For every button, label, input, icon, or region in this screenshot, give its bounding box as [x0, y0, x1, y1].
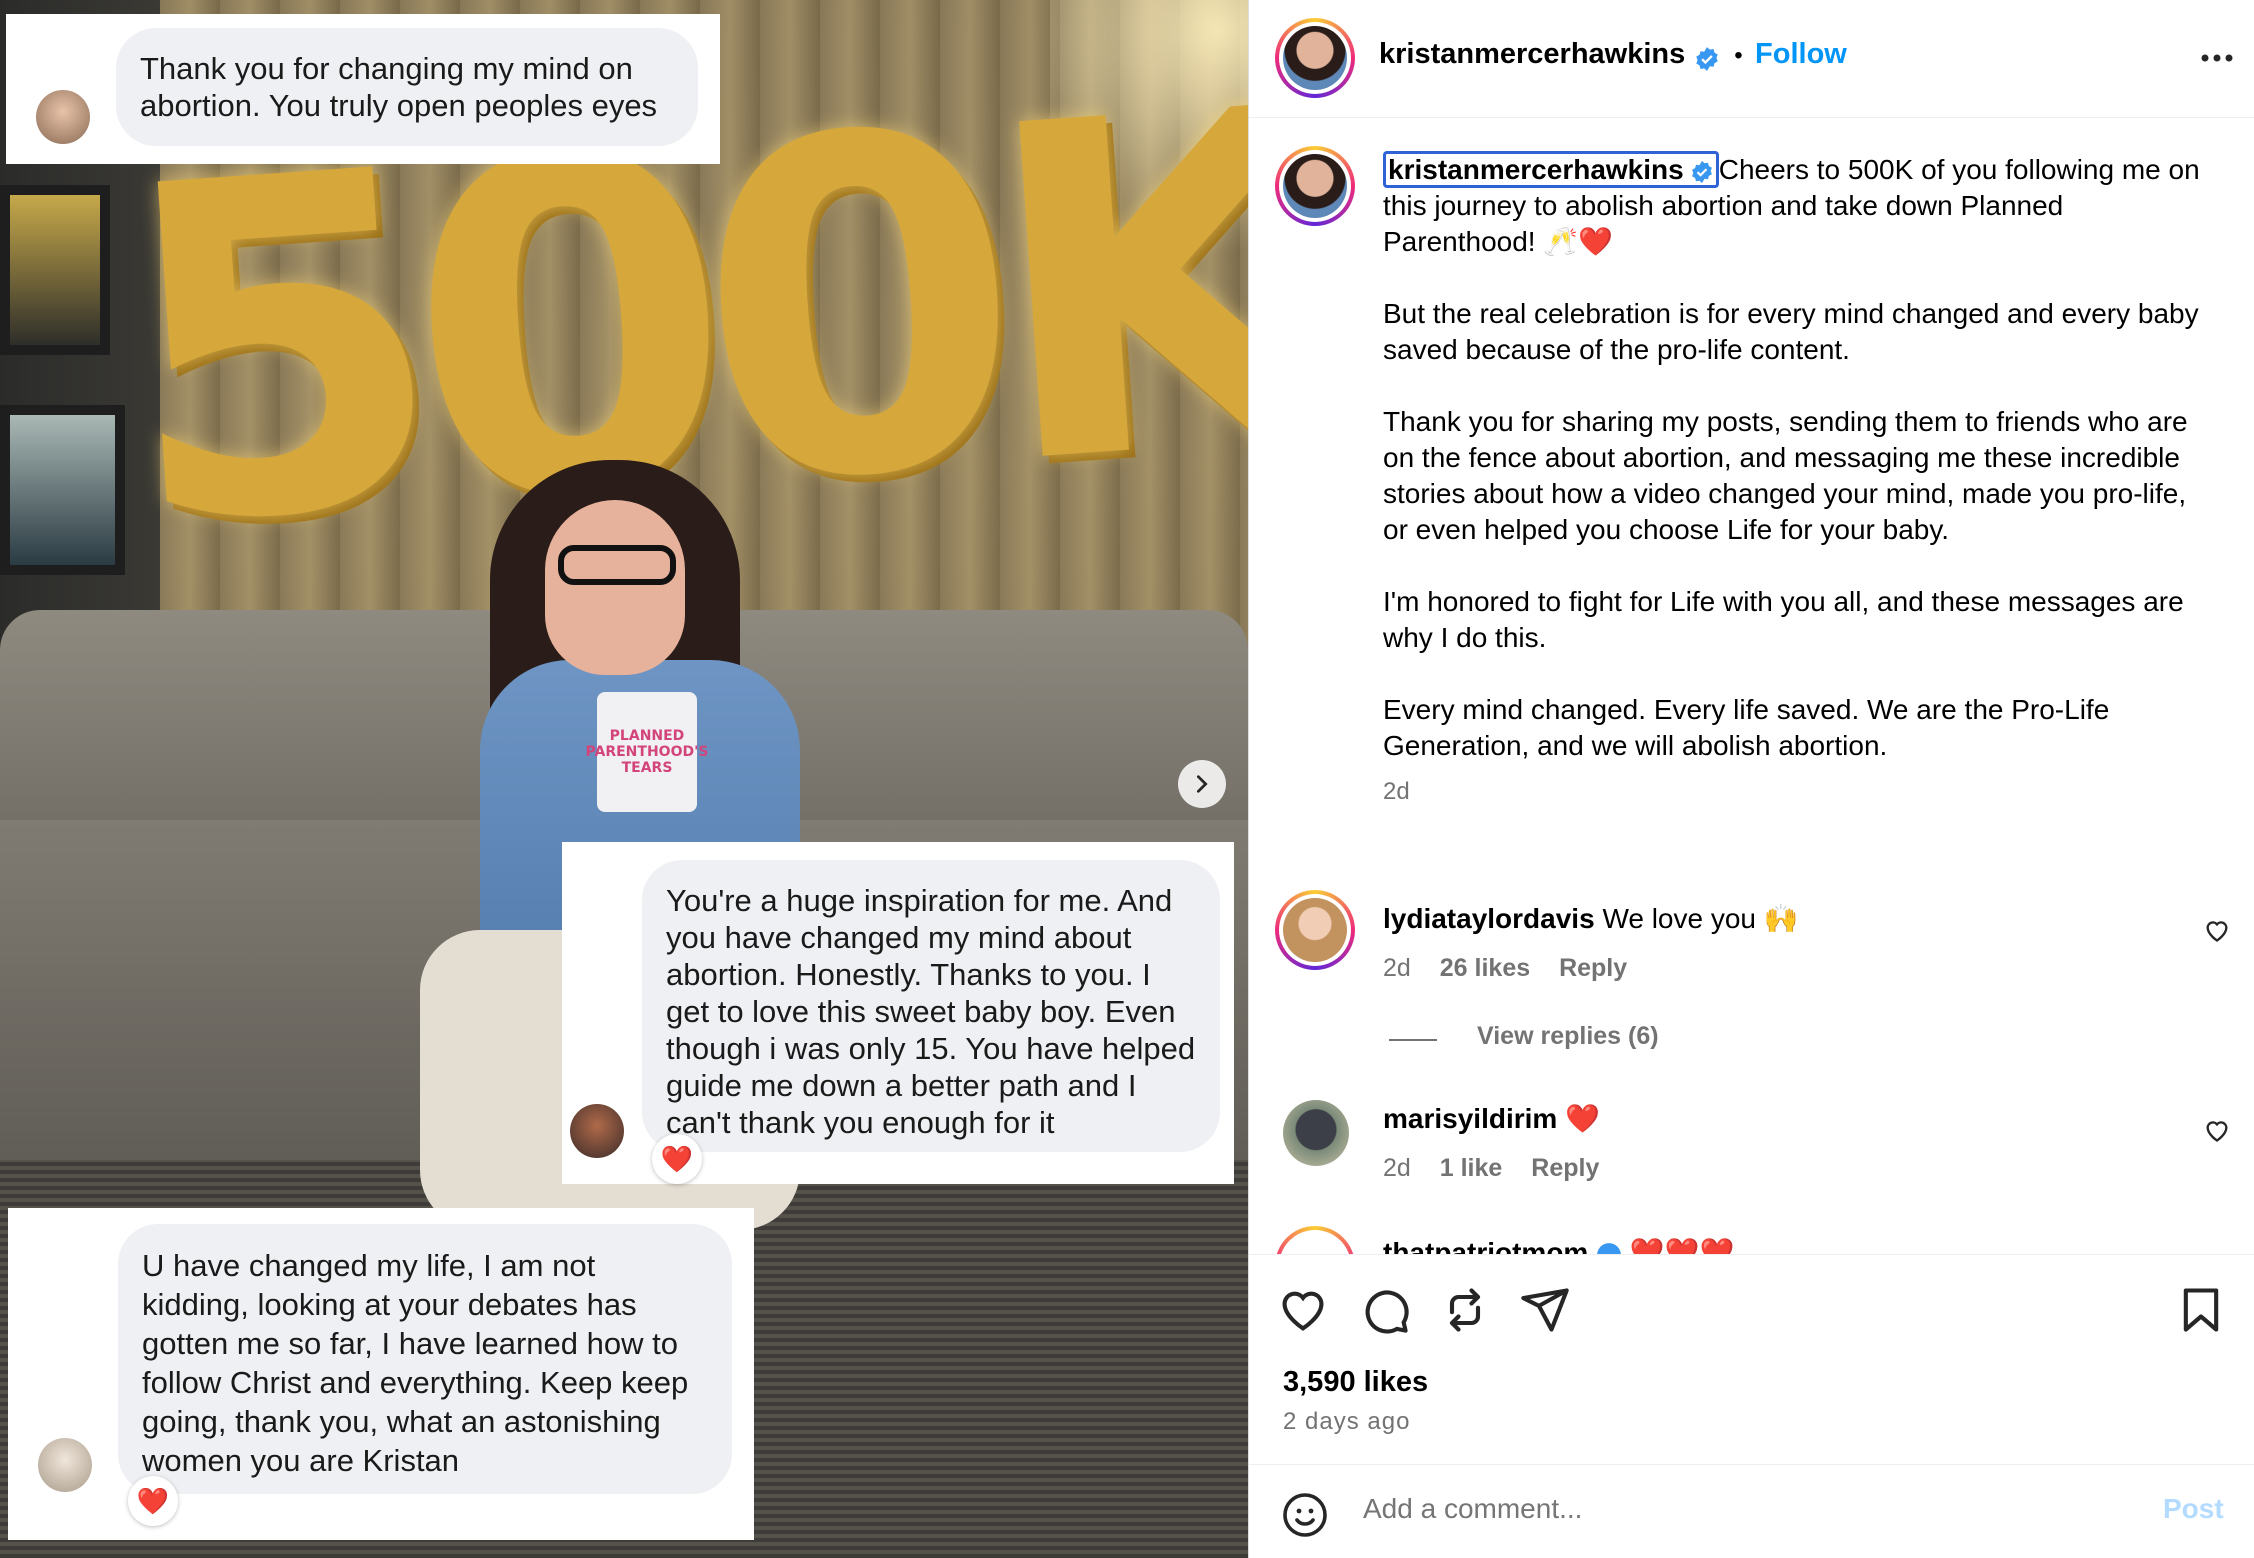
comment-text: ❤️❤️❤️ [1629, 1237, 1735, 1254]
view-replies-button[interactable]: View replies (6) [1389, 1022, 1659, 1051]
verified-badge-icon [1691, 160, 1712, 183]
comment-time[interactable]: 2d [1383, 954, 1411, 982]
mug-text: PLANNED PARENTHOOD'S TEARS [585, 728, 709, 776]
comment-bubble-icon[interactable] [1359, 1284, 1411, 1336]
message-text: You're a huge inspiration for me. And yo… [666, 883, 1196, 1140]
reply-button[interactable]: Reply [1531, 1154, 1599, 1182]
comment-input[interactable] [1363, 1493, 2063, 1525]
caption-username-text: kristanmercerhawkins [1388, 154, 1684, 185]
caption-paragraph: I'm honored to fight for Life with you a… [1383, 586, 2184, 653]
actions-divider [1249, 1254, 2254, 1255]
avatar-photo [1283, 898, 1347, 962]
separator-dot: • [1734, 42, 1743, 69]
commenter-avatar[interactable] [1275, 890, 1355, 970]
author-username[interactable]: kristanmercerhawkins [1379, 38, 1685, 70]
message-bubble: You're a huge inspiration for me. And yo… [642, 860, 1220, 1152]
comment-time[interactable]: 2d [1383, 1154, 1411, 1182]
comment-item: marisyildirim ❤️ 2d 1 like Reply [1249, 1100, 2254, 1200]
comment-likes[interactable]: 26 likes [1440, 954, 1530, 982]
message-bubble: U have changed my life, I am not kidding… [118, 1224, 732, 1494]
comment-item: thatpatriotmom ❤️❤️❤️ [1249, 1226, 2254, 1254]
commenter-avatar[interactable] [1275, 1226, 1355, 1254]
commenter-username[interactable]: lydiataylordavis [1383, 903, 1595, 934]
likes-count[interactable]: 3,590 likes [1283, 1366, 1428, 1399]
repost-icon[interactable] [1439, 1284, 1491, 1336]
reply-button[interactable]: Reply [1559, 954, 1627, 982]
avatar [570, 1104, 624, 1158]
heart-reaction-emoji: ❤️ [136, 1485, 170, 1516]
avatar [36, 90, 90, 144]
mug: PLANNED PARENTHOOD'S TEARS [586, 692, 708, 812]
glasses [558, 545, 676, 585]
post-panel: kristanmercerhawkins • Follow kristanmer… [1248, 0, 2254, 1558]
author-avatar[interactable] [1275, 18, 1355, 98]
follow-button[interactable]: Follow [1755, 38, 1847, 70]
avatar-photo [1283, 154, 1347, 218]
message-card: You're a huge inspiration for me. And yo… [562, 842, 1234, 1184]
chevron-right-icon [1196, 775, 1208, 793]
caption-time[interactable]: 2d [1383, 774, 2203, 810]
like-heart-icon[interactable] [1277, 1284, 1329, 1336]
heart-icon[interactable] [2203, 916, 2231, 944]
more-horizontal-icon[interactable] [2197, 46, 2237, 70]
post-time[interactable]: 2 days ago [1283, 1408, 1410, 1436]
heart-reaction: ❤️ [128, 1476, 178, 1526]
avatar [38, 1438, 92, 1492]
heart-icon[interactable] [2203, 1116, 2231, 1144]
bookmark-icon[interactable] [2175, 1284, 2227, 1336]
view-replies-label: View replies (6) [1477, 1022, 1659, 1050]
caption-paragraph: But the real celebration is for every mi… [1383, 298, 2199, 365]
avatar-photo [1283, 26, 1347, 90]
heart-reaction: ❤️ [652, 1134, 702, 1184]
verified-badge-icon [1597, 1242, 1622, 1254]
caption-paragraph: Every mind changed. Every life saved. We… [1383, 694, 2110, 761]
message-bubble: Thank you for changing my mind on aborti… [116, 28, 698, 146]
post-caption: kristanmercerhawkins Cheers to 500K of yo… [1383, 151, 2203, 810]
wall-picture-frame [0, 405, 125, 575]
wall-picture-frame [0, 185, 110, 355]
post-header: kristanmercerhawkins • Follow [1249, 0, 2254, 118]
person-face [545, 500, 685, 675]
caption-username[interactable]: kristanmercerhawkins [1383, 151, 1719, 188]
message-card: U have changed my life, I am not kidding… [8, 1208, 754, 1540]
message-text: U have changed my life, I am not kidding… [142, 1248, 689, 1478]
verified-badge-icon [1696, 46, 1718, 71]
next-image-button[interactable] [1178, 760, 1226, 808]
comment-item: lydiataylordavis We love you 🙌 2d 26 lik… [1249, 890, 2254, 1060]
commenter-avatar[interactable] [1283, 1100, 1349, 1166]
heart-reaction-emoji: ❤️ [660, 1143, 694, 1174]
message-card: Thank you for changing my mind on aborti… [6, 14, 720, 164]
commenter-username[interactable]: thatpatriotmom [1383, 1237, 1588, 1254]
caption-paragraph: Thank you for sharing my posts, sending … [1383, 406, 2188, 545]
comment-text: ❤️ [1565, 1103, 1600, 1134]
emoji-icon[interactable] [1281, 1491, 1329, 1539]
commenter-username[interactable]: marisyildirim [1383, 1103, 1557, 1134]
post-image[interactable]: 500K PLANNED PARENTHOOD'S TEARS Thank yo… [0, 0, 1248, 1558]
comment-text: We love you 🙌 [1602, 903, 1799, 934]
share-send-icon[interactable] [1519, 1284, 1571, 1336]
post-comment-button[interactable]: Post [2163, 1493, 2224, 1525]
comment-likes[interactable]: 1 like [1440, 1154, 1503, 1182]
message-text: Thank you for changing my mind on aborti… [140, 51, 658, 123]
replies-line [1389, 1038, 1437, 1041]
caption-avatar[interactable] [1275, 146, 1355, 226]
add-comment-row: Post [1249, 1464, 2254, 1558]
